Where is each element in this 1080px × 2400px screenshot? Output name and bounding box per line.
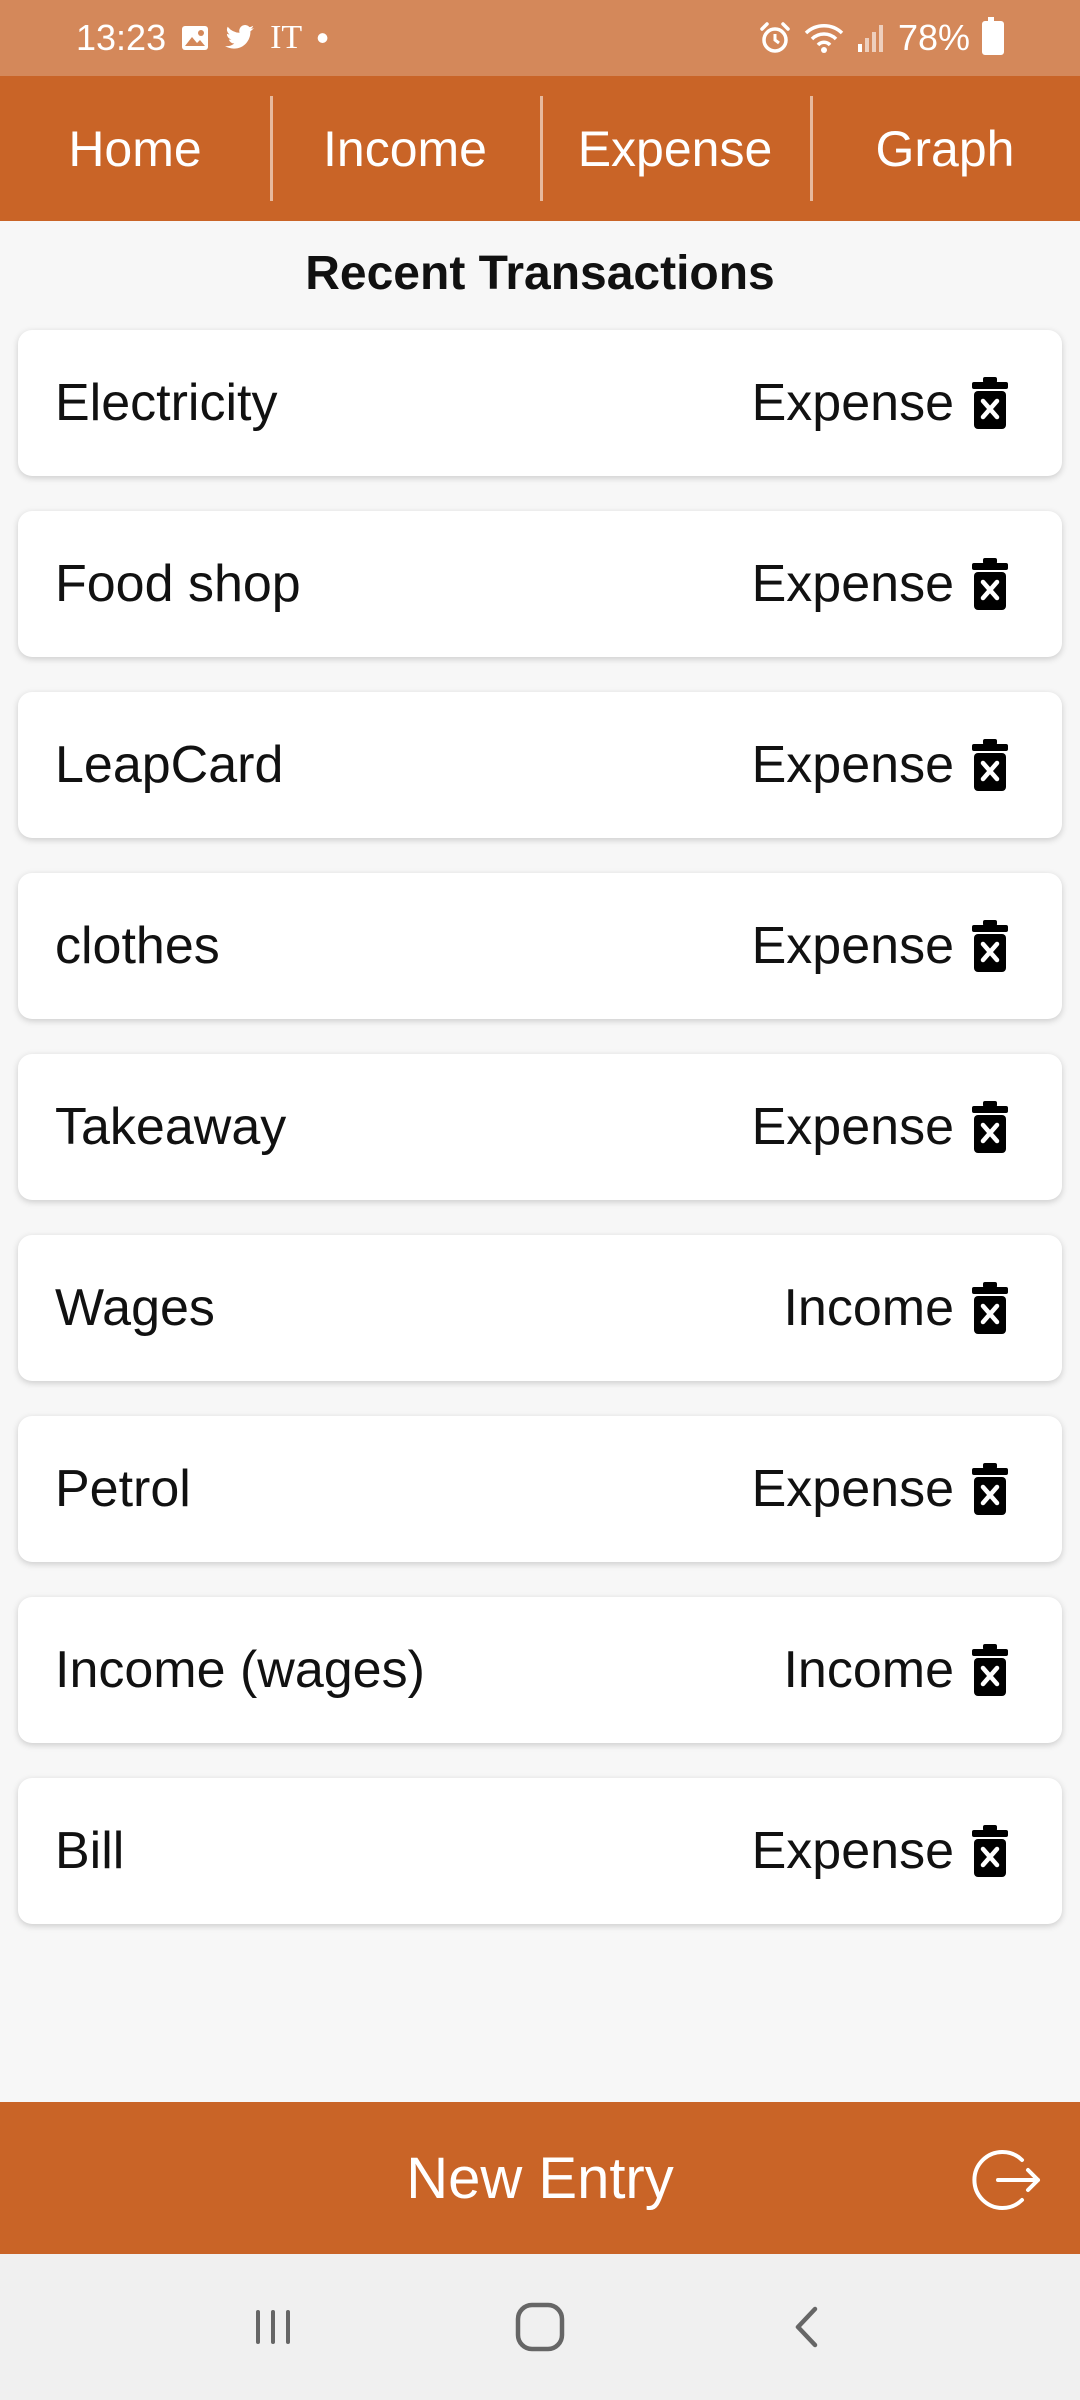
transaction-type: Expense xyxy=(751,1822,954,1880)
transaction-title: Electricity xyxy=(55,374,278,432)
transaction-card[interactable]: Food shop Expense xyxy=(18,511,1062,657)
delete-icon[interactable] xyxy=(970,1461,1010,1517)
delete-icon[interactable] xyxy=(970,1280,1010,1336)
transaction-card[interactable]: Bill Expense xyxy=(18,1778,1062,1924)
system-nav-bar xyxy=(0,2254,1080,2400)
status-left: 13:23 IT • xyxy=(76,17,329,59)
transaction-title: clothes xyxy=(55,917,220,975)
transaction-type: Expense xyxy=(751,1098,954,1156)
delete-icon[interactable] xyxy=(970,556,1010,612)
recent-apps-icon xyxy=(256,2310,291,2344)
delete-icon[interactable] xyxy=(970,375,1010,431)
transaction-type: Expense xyxy=(751,374,954,432)
transaction-type: Expense xyxy=(751,555,954,613)
status-right: 78% xyxy=(758,17,1004,59)
status-dot: • xyxy=(316,17,329,58)
transaction-title: Petrol xyxy=(55,1460,191,1518)
transaction-type: Expense xyxy=(751,917,954,975)
transaction-card[interactable]: Takeaway Expense xyxy=(18,1054,1062,1200)
transaction-card[interactable]: Wages Income xyxy=(18,1235,1062,1381)
delete-icon[interactable] xyxy=(970,737,1010,793)
recent-apps-button[interactable] xyxy=(233,2287,313,2367)
transaction-card[interactable]: clothes Expense xyxy=(18,873,1062,1019)
signal-icon xyxy=(857,25,883,52)
transaction-title: Bill xyxy=(55,1822,125,1880)
new-entry-bar[interactable]: New Entry xyxy=(0,2102,1080,2254)
back-icon xyxy=(795,2306,817,2348)
home-icon xyxy=(515,2302,565,2352)
delete-icon[interactable] xyxy=(970,1099,1010,1155)
logout-icon[interactable] xyxy=(968,2142,1044,2218)
delete-icon[interactable] xyxy=(970,1642,1010,1698)
transaction-type: Income xyxy=(783,1279,954,1337)
transaction-title: Takeaway xyxy=(55,1098,287,1156)
status-bar: 13:23 IT • 78% xyxy=(0,0,1080,76)
status-time: 13:23 xyxy=(76,17,167,58)
delete-icon[interactable] xyxy=(970,1823,1010,1879)
transaction-title: Income (wages) xyxy=(55,1641,425,1699)
tab-income[interactable]: Income xyxy=(270,76,540,221)
status-carrier: IT xyxy=(270,19,303,56)
transaction-card[interactable]: Income (wages) Income xyxy=(18,1597,1062,1743)
alarm-icon xyxy=(760,22,790,53)
transaction-list: Electricity Expense Food shop Expense Le… xyxy=(18,330,1062,1959)
transaction-card[interactable]: Petrol Expense xyxy=(18,1416,1062,1562)
new-entry-button[interactable]: New Entry xyxy=(406,2145,674,2212)
transaction-title: LeapCard xyxy=(55,736,284,794)
transaction-card[interactable]: Electricity Expense xyxy=(18,330,1062,476)
transaction-type: Expense xyxy=(751,736,954,794)
transaction-card[interactable]: LeapCard Expense xyxy=(18,692,1062,838)
transaction-title: Food shop xyxy=(55,555,301,613)
page-title: Recent Transactions xyxy=(305,247,775,300)
twitter-icon xyxy=(225,25,255,49)
battery-icon xyxy=(982,17,1004,55)
back-button[interactable] xyxy=(767,2287,847,2367)
tab-graph[interactable]: Graph xyxy=(810,76,1080,221)
battery-percent: 78% xyxy=(897,17,970,58)
wifi-icon xyxy=(804,24,844,53)
tab-home[interactable]: Home xyxy=(0,76,270,221)
image-icon xyxy=(182,26,209,50)
home-button[interactable] xyxy=(500,2287,580,2367)
transaction-type: Income xyxy=(783,1641,954,1699)
top-tab-bar: Home Income Expense Graph xyxy=(0,76,1080,221)
tab-expense[interactable]: Expense xyxy=(540,76,810,221)
delete-icon[interactable] xyxy=(970,918,1010,974)
transaction-type: Expense xyxy=(751,1460,954,1518)
transaction-title: Wages xyxy=(55,1279,215,1337)
